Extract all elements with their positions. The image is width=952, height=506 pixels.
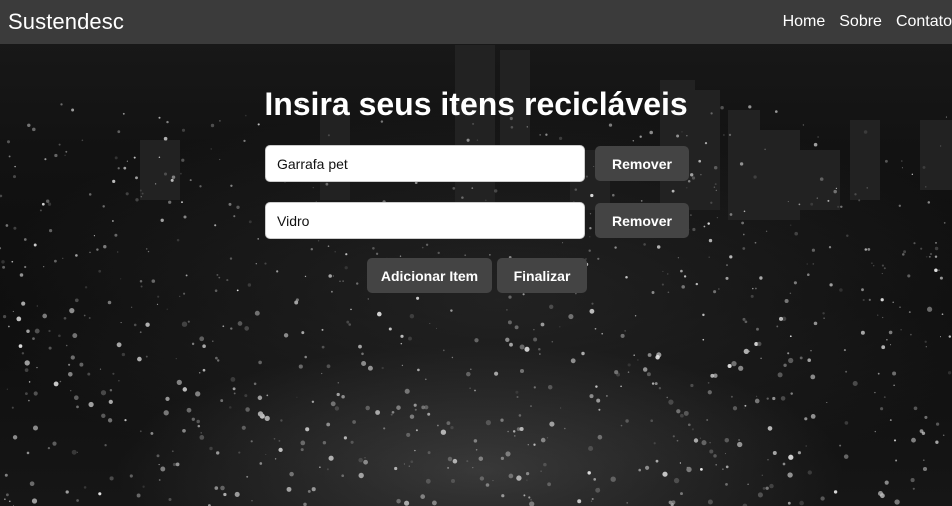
- nav-link-home[interactable]: Home: [783, 13, 826, 31]
- item-input[interactable]: [265, 145, 585, 182]
- page-title: Insira seus itens recicláveis: [264, 86, 688, 122]
- finish-button[interactable]: Finalizar: [497, 258, 587, 293]
- recycling-form: Insira seus itens recicláveis Remover Re…: [0, 44, 952, 293]
- remove-item-button[interactable]: Remover: [595, 146, 689, 181]
- form-actions: Adicionar Item Finalizar: [367, 258, 587, 293]
- item-row: Remover: [265, 145, 689, 182]
- navbar: Sustendesc Home Sobre Contato: [0, 0, 952, 44]
- nav-links: Home Sobre Contato: [769, 13, 952, 31]
- remove-item-button[interactable]: Remover: [595, 203, 689, 238]
- nav-link-contato[interactable]: Contato: [896, 13, 952, 31]
- nav-link-sobre[interactable]: Sobre: [839, 13, 882, 31]
- item-input[interactable]: [265, 202, 585, 239]
- add-item-button[interactable]: Adicionar Item: [367, 258, 492, 293]
- brand-logo-link[interactable]: Sustendesc: [8, 9, 124, 35]
- item-row: Remover: [265, 202, 689, 239]
